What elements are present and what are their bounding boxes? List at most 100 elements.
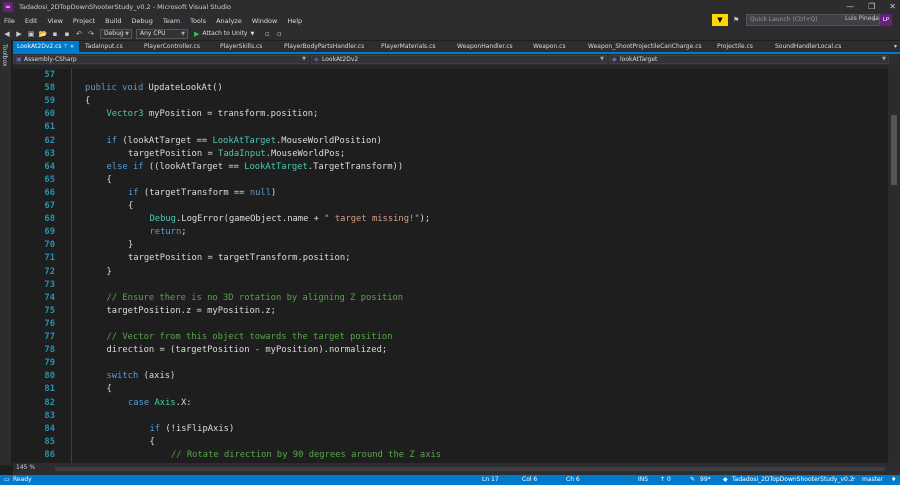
code-line[interactable]: 59 { [13,95,900,108]
status-project[interactable]: Tadadosi_2DTopDownShooterStudy_v0.2 [732,475,854,485]
menu-analyze[interactable]: Analyze [216,17,242,25]
code-editor[interactable]: 57 58 public void UpdateLookAt() 59 {60 Vecto… [13,65,900,463]
code-line[interactable]: 78 direction = (targetPosition - myPositi… [13,344,900,357]
toolbar-extra-icon[interactable]: ▫ [262,29,272,39]
push-arrow-icon[interactable]: ↑ [660,475,665,485]
user-name[interactable]: Luis Pineda [845,15,879,22]
status-branch[interactable]: master [862,475,883,485]
close-icon[interactable]: ✕ [70,44,74,50]
tab-weapon-shootprojectilecancharge[interactable]: Weapon_ShootProjectileCanCharge.cs [584,41,706,52]
code-line[interactable]: 69 return; [13,226,900,239]
notifications-bell-icon[interactable]: ♦ [891,475,896,485]
maximize-button[interactable]: ❐ [868,0,875,14]
code-line[interactable]: 61 [13,121,900,134]
tab-playercontroller[interactable]: PlayerController.cs [140,41,204,52]
configuration-select[interactable]: Debug ▼ [100,28,132,39]
code-line[interactable]: 71 targetPosition = targetTransform.posit… [13,252,900,265]
feedback-filter-icon[interactable]: ▼ [712,14,728,26]
menu-file[interactable]: File [4,17,15,25]
avatar[interactable]: LP [880,14,892,26]
save-all-icon[interactable]: ▪ [62,29,72,39]
tab-playerskills[interactable]: PlayerSkills.cs [216,41,266,52]
project-dropdown[interactable]: ▣ Assembly-CSharp ▼ [13,55,309,64]
tab-weaponhandler[interactable]: WeaponHandler.cs [453,41,517,52]
code-text: { [128,201,134,211]
code-line[interactable]: 86 // Rotate direction by 90 degrees arou… [13,449,900,462]
code-line[interactable]: 64 else if ((lookAtTarget == LookAtTarget… [13,161,900,174]
status-line[interactable]: Ln 17 [482,475,499,485]
menu-view[interactable]: View [47,17,62,25]
code-line[interactable]: 67 { [13,200,900,213]
code-line[interactable]: 85 { [13,436,900,449]
code-line[interactable]: 74 // Ensure there is no 3D rotation by a… [13,292,900,305]
toolbar-extra-icon-2[interactable]: ▫ [274,29,284,39]
tab-overflow-icon[interactable]: ▾ [894,41,897,52]
code-line[interactable]: 73 [13,279,900,292]
tab-playerbodypartshandler[interactable]: PlayerBodyPartsHandler.cs [280,41,368,52]
vertical-scrollbar[interactable] [888,65,900,463]
status-ch[interactable]: Ch 6 [566,475,580,485]
code-line[interactable]: 83 [13,410,900,423]
code-line[interactable]: 58 public void UpdateLookAt() [13,82,900,95]
status-col[interactable]: Col 6 [522,475,537,485]
repo-icon: ◆ [723,476,728,483]
pin-icon[interactable]: ⊤ [64,44,68,50]
code-line[interactable]: 57 [13,69,900,82]
menu-project[interactable]: Project [73,17,95,25]
menu-team[interactable]: Team [163,17,180,25]
code-line[interactable]: 62 if (lookAtTarget == LookAtTarget.Mouse… [13,135,900,148]
code-text: return; [149,227,187,238]
code-line[interactable]: 65 { [13,174,900,187]
platform-select[interactable]: Any CPU ▼ [136,28,188,39]
code-line[interactable]: 82 case Axis.X: [13,397,900,410]
code-line[interactable]: 77 // Vector from this object towards the… [13,331,900,344]
zoom-level[interactable]: 145 % [16,464,35,471]
tab-lookat2dv2[interactable]: LookAt2Dv2.cs ⊤ ✕ [13,41,79,52]
navigate-back-icon[interactable]: ◀ [2,29,12,39]
code-line[interactable]: 84 if (!isFlipAxis) [13,423,900,436]
status-ready: Ready [13,476,32,483]
menu-window[interactable]: Window [252,17,278,25]
notifications-icon[interactable]: ⚑ [733,14,743,26]
undo-icon[interactable]: ↶ [74,29,84,39]
member-dropdown[interactable]: ◆ lookAtTarget ▼ [609,55,889,64]
open-file-icon[interactable]: 📂 [38,29,48,39]
code-line[interactable]: 81 { [13,383,900,396]
tab-tadainput[interactable]: TadaInput.cs [81,41,127,52]
pencil-icon[interactable]: ✎ [690,475,695,485]
toolbox-panel-tab[interactable]: Toolbox [0,40,11,465]
menu-tools[interactable]: Tools [190,17,206,25]
code-line[interactable]: 76 [13,318,900,331]
new-project-icon[interactable]: ▣ [26,29,36,39]
tab-projectile[interactable]: Projectile.cs [713,41,757,52]
navigate-forward-icon[interactable]: ▶ [14,29,24,39]
tab-playermaterials[interactable]: PlayerMaterials.cs [377,41,440,52]
horizontal-scrollbar[interactable] [55,467,885,471]
tab-soundhandlerlocal[interactable]: SoundHandlerLocal.cs [771,41,845,52]
code-line[interactable]: 79 [13,357,900,370]
menu-build[interactable]: Build [105,17,121,25]
code-line[interactable]: 72} [13,266,900,279]
code-line[interactable]: 68 Debug.LogError(gameObject.name + " tar… [13,213,900,226]
attach-to-unity-button[interactable]: ▶ Attach to Unity ▼ [194,30,254,38]
code-line[interactable]: 63 targetPosition = TadaInput.MouseWorldP… [13,148,900,161]
menu-edit[interactable]: Edit [25,17,38,25]
scrollbar-thumb[interactable] [891,115,897,185]
line-number: 82 [44,397,55,408]
menu-help[interactable]: Help [287,17,302,25]
status-up-count[interactable]: 0 [667,475,671,485]
redo-icon[interactable]: ↷ [86,29,96,39]
code-line[interactable]: 75 targetPosition.z = myPosition.z; [13,305,900,318]
code-line[interactable]: 66 if (targetTransform == null) [13,187,900,200]
minimize-button[interactable]: — [846,0,854,14]
line-number: 78 [44,345,55,356]
close-button[interactable]: ✕ [889,0,896,14]
save-icon[interactable]: ▪ [50,29,60,39]
tab-weapon[interactable]: Weapon.cs [529,41,570,52]
code-line[interactable]: 60 Vector3 myPosition = transform.positio… [13,108,900,121]
menu-debug[interactable]: Debug [132,17,153,25]
code-line[interactable]: 70} [13,239,900,252]
class-dropdown[interactable]: ◈ LookAt2Dv2 ▼ [311,55,607,64]
code-line[interactable]: 80 switch (axis) [13,370,900,383]
status-pending-changes[interactable]: 99* [700,475,711,485]
